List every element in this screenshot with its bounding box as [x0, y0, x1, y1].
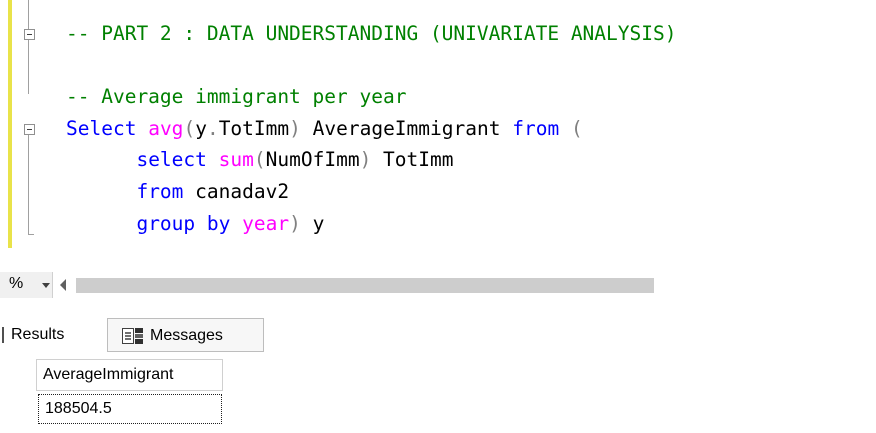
code-token: ) [289, 212, 301, 235]
outline-guide [28, 0, 29, 29]
scroll-left-icon[interactable] [60, 279, 66, 291]
code-token: ( [570, 117, 583, 140]
zoom-dropdown[interactable]: % [0, 272, 53, 298]
code-token: TotImm [218, 117, 290, 140]
code-token: AverageImmigrant [300, 117, 513, 140]
code-token: from [136, 180, 184, 203]
collapse-icon[interactable] [24, 124, 35, 135]
code-line[interactable]: -- PART 2 : DATA UNDERSTANDING (UNIVARIA… [66, 20, 676, 48]
horizontal-scrollbar-thumb[interactable] [76, 278, 654, 293]
grid-cell[interactable]: 188504.5 [38, 394, 222, 424]
messages-icon [122, 328, 143, 344]
outline-guide [28, 135, 29, 234]
tab-messages-label: Messages [150, 327, 223, 344]
tab-results[interactable]: Results [0, 318, 108, 352]
code-token: ( [183, 117, 196, 140]
query-window: -- PART 2 : DATA UNDERSTANDING (UNIVARIA… [0, 0, 876, 433]
collapse-icon[interactable] [24, 29, 35, 40]
code-line[interactable]: Select avg(y.TotImm) AverageImmigrant fr… [66, 115, 583, 143]
tab-messages[interactable]: Messages [108, 318, 264, 352]
code-token: ) [289, 117, 301, 140]
result-tabs: Results Messages [0, 318, 876, 352]
code-token: group [136, 212, 196, 235]
column-header[interactable]: AverageImmigrant [36, 359, 223, 391]
code-token: -- Average immigrant per year [66, 85, 407, 108]
tab-results-label: Results [11, 326, 65, 343]
code-line[interactable]: select sum(NumOfImm) TotImm [66, 146, 454, 174]
code-token: y [195, 117, 207, 140]
code-token: year [242, 212, 290, 235]
code-token: sum [218, 148, 254, 171]
code-line[interactable]: from canadav2 [66, 178, 289, 206]
sql-editor[interactable]: -- PART 2 : DATA UNDERSTANDING (UNIVARIA… [0, 0, 876, 248]
zoom-value: % [9, 275, 24, 292]
code-line[interactable]: -- Average immigrant per year [66, 83, 406, 111]
code-token: by [206, 212, 231, 235]
code-token: canadav2 [183, 180, 290, 203]
change-indicator-bar [8, 0, 12, 248]
results-grid[interactable]: AverageImmigrant 188504.5 [0, 356, 876, 433]
row-header-column [0, 356, 36, 433]
code-token: . [206, 117, 219, 140]
chevron-down-icon [42, 283, 50, 288]
code-token: ( [253, 148, 266, 171]
outline-guide [28, 40, 29, 94]
code-token: Select [66, 117, 137, 140]
code-token: avg [148, 117, 184, 140]
code-token: ) [359, 148, 372, 171]
grid-icon [2, 327, 7, 343]
code-token: from [512, 117, 560, 140]
code-token: NumOfImm [265, 148, 360, 171]
code-token: y [300, 212, 325, 235]
outline-end-tick [28, 234, 34, 235]
code-token: -- PART 2 : DATA UNDERSTANDING (UNIVARIA… [66, 22, 677, 45]
code-token: TotImm [371, 148, 454, 171]
code-line[interactable]: group by year) y [66, 210, 324, 238]
editor-status-strip: % [0, 272, 876, 300]
code-token: select [136, 148, 207, 171]
